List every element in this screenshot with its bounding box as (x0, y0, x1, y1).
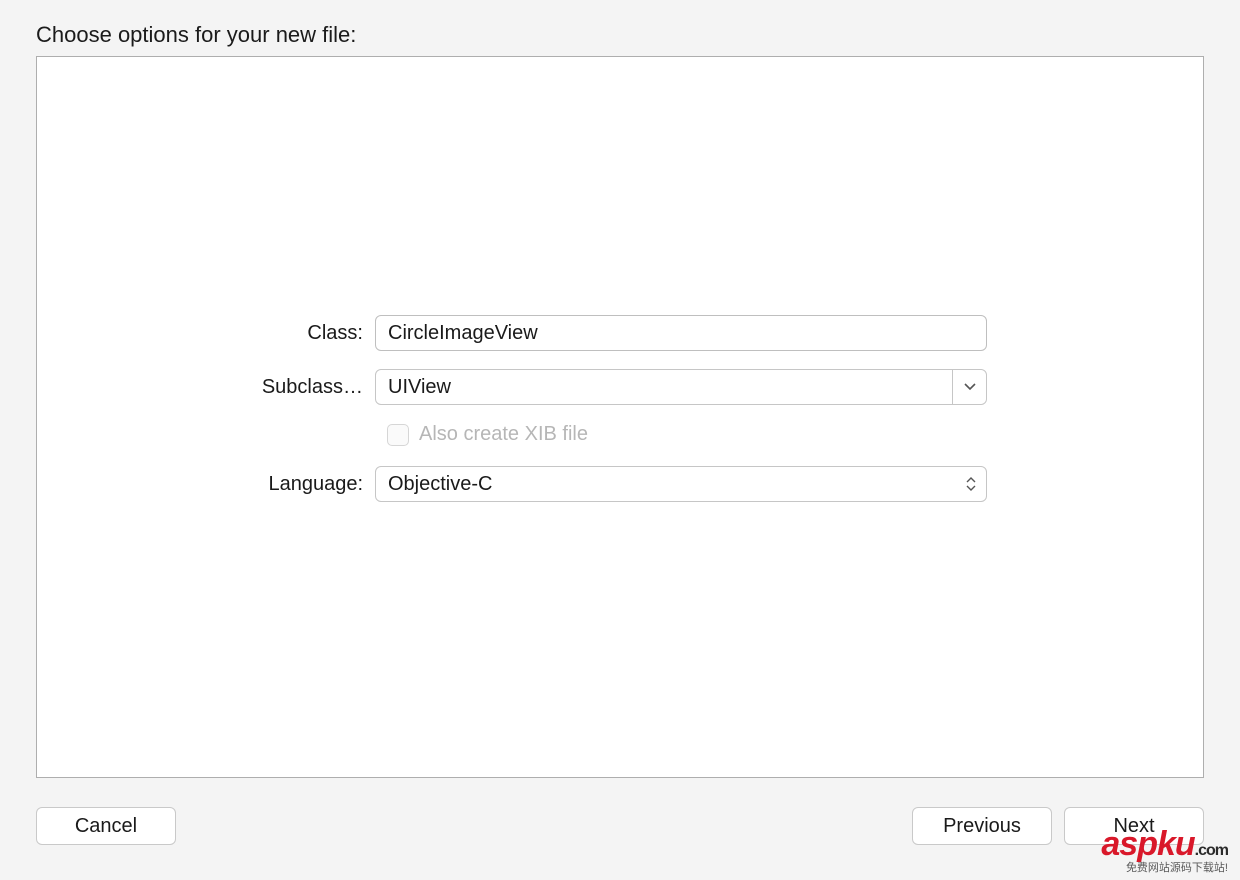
class-row: Class: (247, 315, 987, 351)
subclass-value: UIView (376, 376, 952, 399)
xib-checkbox-label: Also create XIB file (419, 423, 588, 446)
options-panel: Class: Subclass… UIView Also create XIB … (36, 56, 1204, 778)
subclass-row: Subclass… UIView (247, 369, 987, 405)
xib-checkbox-row: Also create XIB file (387, 423, 987, 446)
watermark: aspku.com 免费网站源码下载站! (1101, 827, 1228, 874)
class-input[interactable] (375, 315, 987, 351)
watermark-brand-red: aspku (1101, 825, 1194, 863)
xib-checkbox[interactable] (387, 424, 409, 446)
watermark-brand: aspku.com (1101, 827, 1228, 861)
watermark-brand-dark: .com (1195, 842, 1228, 859)
chevron-down-icon[interactable] (952, 370, 986, 404)
form-area: Class: Subclass… UIView Also create XIB … (247, 315, 987, 520)
subclass-label: Subclass… (247, 376, 375, 399)
page-title: Choose options for your new file: (36, 22, 356, 48)
language-popup[interactable]: Objective-C (375, 466, 987, 502)
watermark-tagline: 免费网站源码下载站! (1101, 863, 1228, 874)
language-row: Language: Objective-C (247, 466, 987, 502)
subclass-combobox[interactable]: UIView (375, 369, 987, 405)
language-value: Objective-C (388, 473, 492, 496)
previous-button[interactable]: Previous (912, 807, 1052, 845)
class-label: Class: (247, 322, 375, 345)
stepper-arrows-icon (966, 477, 976, 491)
language-label: Language: (247, 473, 375, 496)
button-bar: Cancel Previous Next (36, 806, 1204, 846)
cancel-button[interactable]: Cancel (36, 807, 176, 845)
